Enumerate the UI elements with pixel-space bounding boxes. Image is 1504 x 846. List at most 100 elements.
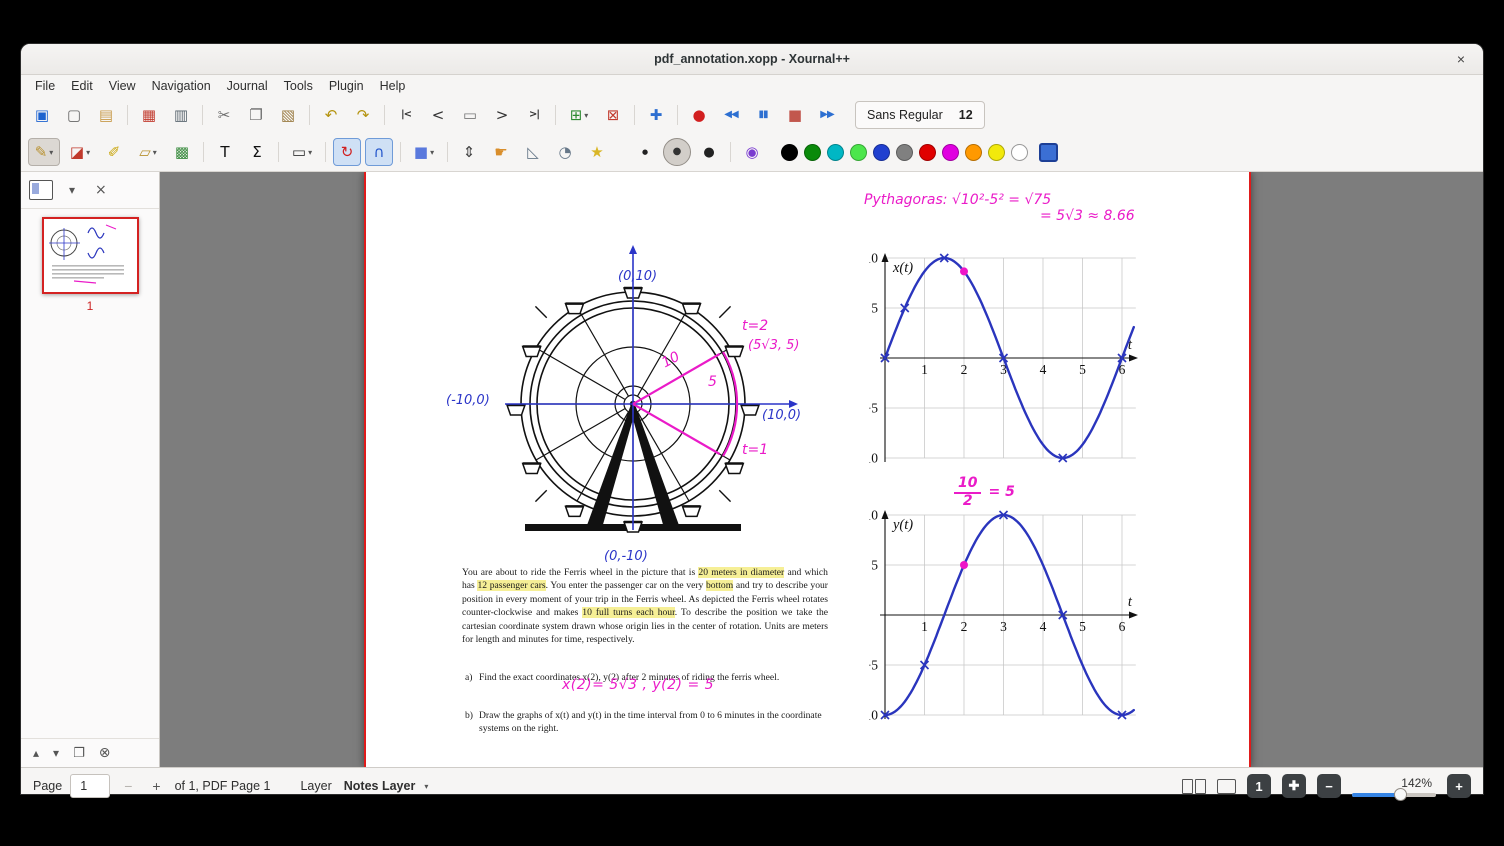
highlighter-tool-button[interactable]: ✐ xyxy=(100,138,128,166)
color-swatch-light-green[interactable] xyxy=(850,143,867,161)
eraser-tool-dropdown-icon[interactable]: ▾ xyxy=(86,148,90,157)
menu-journal[interactable]: Journal xyxy=(219,77,276,95)
page-increment-button[interactable]: + xyxy=(146,778,166,794)
zoom-in-button[interactable]: + xyxy=(1447,774,1471,798)
save-button[interactable]: ▣ xyxy=(28,101,56,129)
zoom-fit-button[interactable]: ✚ xyxy=(1282,774,1306,798)
color-chooser-button[interactable] xyxy=(1039,142,1058,162)
page-decrement-button[interactable]: − xyxy=(118,778,138,794)
tex-tool-button[interactable]: Σ xyxy=(243,138,271,166)
export-pdf-button[interactable]: ▦ xyxy=(135,101,163,129)
goto-page-button[interactable]: ▭ xyxy=(456,101,484,129)
delete-page-button[interactable]: ⊠ xyxy=(599,101,627,129)
document-canvas[interactable]: (0,10) (-10,0) (10,0) (0,-10) t=2 (5√3, … xyxy=(160,172,1483,767)
rotation-snapping-button[interactable]: ↻ xyxy=(333,138,361,166)
zoom-slider[interactable] xyxy=(1352,787,1436,801)
cut-button[interactable]: ✂ xyxy=(210,101,238,129)
menu-help[interactable]: Help xyxy=(372,77,414,95)
redo-button[interactable]: ↷ xyxy=(349,101,377,129)
color-swatch-green[interactable] xyxy=(804,143,821,161)
color-swatch-black[interactable] xyxy=(781,143,798,161)
page-down-button[interactable]: ▾ xyxy=(49,744,63,762)
forward-button[interactable]: ▶▶ xyxy=(813,101,841,129)
annotation-height-5: 5 xyxy=(708,374,717,390)
zoom-out-button[interactable]: − xyxy=(1317,774,1341,798)
compass-tool-button[interactable]: ◔ xyxy=(551,138,579,166)
page-thumbnail[interactable] xyxy=(41,217,139,294)
page-preview-icon[interactable] xyxy=(29,180,53,200)
copy-button[interactable]: ❐ xyxy=(242,101,270,129)
presentation-icon[interactable] xyxy=(1217,778,1236,794)
pen-tool-dropdown-icon[interactable]: ▾ xyxy=(49,148,53,157)
color-swatch-gray[interactable] xyxy=(896,143,913,161)
zoom-100-button[interactable]: 1 xyxy=(1247,774,1271,798)
axis-label-bottom: (0,-10) xyxy=(604,549,648,564)
color-swatch-red[interactable] xyxy=(919,143,936,161)
next-page-button[interactable]: > xyxy=(488,101,516,129)
menu-navigation[interactable]: Navigation xyxy=(144,77,219,95)
print-button[interactable]: ▥ xyxy=(167,101,195,129)
font-button[interactable]: Sans Regular 12 xyxy=(855,101,985,129)
shape-tool-button[interactable]: ▭ ▾ xyxy=(286,138,318,166)
window-close-button[interactable]: × xyxy=(1452,50,1470,68)
color-swatch-blue[interactable] xyxy=(873,143,890,161)
menu-file[interactable]: File xyxy=(27,77,63,95)
menu-view[interactable]: View xyxy=(101,77,144,95)
star-tool-button[interactable]: ★ xyxy=(583,138,611,166)
selection-color-button[interactable]: ■ ▾ xyxy=(408,138,440,166)
new-document-button[interactable]: ▢ xyxy=(60,101,88,129)
menu-plugin[interactable]: Plugin xyxy=(321,77,372,95)
stroke-style-button[interactable]: ▱ ▾ xyxy=(132,138,164,166)
dual-page-icon[interactable] xyxy=(1182,778,1206,794)
color-swatch-yellow[interactable] xyxy=(988,143,1005,161)
new-page-after-button[interactable]: ⊞ ▾ xyxy=(563,101,595,129)
image-tool-button[interactable]: ▩ xyxy=(168,138,196,166)
thickness-thick-button[interactable]: ● xyxy=(695,138,723,166)
fraction: 10 2 xyxy=(954,476,982,508)
menu-tools[interactable]: Tools xyxy=(276,77,321,95)
first-page-button[interactable]: |< xyxy=(392,101,420,129)
layer-label: Layer xyxy=(300,779,332,793)
setsquare-tool-button[interactable]: ◺ xyxy=(519,138,547,166)
ink-spiral-button[interactable]: ◉ xyxy=(738,138,766,166)
hand-tool-button[interactable]: ☛ xyxy=(487,138,515,166)
shape-tool-dropdown-icon[interactable]: ▾ xyxy=(308,148,312,157)
paste-icon: ▧ xyxy=(280,105,296,124)
pdf-page[interactable]: (0,10) (-10,0) (10,0) (0,-10) t=2 (5√3, … xyxy=(364,172,1251,767)
grid-snapping-button[interactable]: ∩ xyxy=(365,138,393,166)
color-swatch-white[interactable] xyxy=(1011,143,1028,161)
previous-page-button[interactable]: < xyxy=(424,101,452,129)
thickness-fine-button[interactable]: ● xyxy=(631,138,659,166)
new-page-after-dropdown-icon[interactable]: ▾ xyxy=(584,111,588,120)
toolbar-tools: ✎ ▾ ◪ ▾ ✐ ▱ ▾ ▩ T Σ ▭ ▾ ↻ ∩ ■ ▾ ⇕ ☛ ◺ ◔ ★ ● ● ● ◉ xyxy=(21,133,1483,172)
page-up-button[interactable]: ▴ xyxy=(29,744,43,762)
color-swatch-cyan[interactable] xyxy=(827,143,844,161)
zoom-slider-knob[interactable] xyxy=(1393,787,1407,801)
selection-color-dropdown-icon[interactable]: ▾ xyxy=(430,148,434,157)
vertical-space-tool-button[interactable]: ⇕ xyxy=(455,138,483,166)
record-audio-button[interactable]: ● xyxy=(685,101,713,129)
pen-tool-button[interactable]: ✎ ▾ xyxy=(28,138,60,166)
last-page-button[interactable]: >| xyxy=(520,101,548,129)
stop-playback-button[interactable]: ■ xyxy=(781,101,809,129)
delete-page-sidebar-button[interactable]: ⊗ xyxy=(95,743,115,763)
fullscreen-button[interactable]: ✚ xyxy=(642,101,670,129)
pause-button[interactable]: ▮▮ xyxy=(749,101,777,129)
color-swatch-orange[interactable] xyxy=(965,143,982,161)
sidebar-dropdown-button[interactable]: ▾ xyxy=(65,181,79,199)
page-number-input[interactable]: 1 xyxy=(70,774,111,798)
rewind-button[interactable]: ◀◀ xyxy=(717,101,745,129)
color-swatch-magenta[interactable] xyxy=(942,143,959,161)
eraser-tool-button[interactable]: ◪ ▾ xyxy=(64,138,96,166)
stroke-style-dropdown-icon[interactable]: ▾ xyxy=(153,148,157,157)
page-info: of 1, PDF Page 1 xyxy=(174,779,271,793)
undo-button[interactable]: ↶ xyxy=(317,101,345,129)
text-tool-button[interactable]: T xyxy=(211,138,239,166)
layer-dropdown[interactable]: Notes Layer ▾ xyxy=(344,779,429,793)
duplicate-page-button[interactable]: ❐ xyxy=(69,744,89,763)
sidebar-close-button[interactable]: × xyxy=(91,180,111,200)
menu-edit[interactable]: Edit xyxy=(63,77,101,95)
paste-button[interactable]: ▧ xyxy=(274,101,302,129)
thickness-medium-button[interactable]: ● xyxy=(663,138,691,166)
open-button[interactable]: ▤ xyxy=(92,101,120,129)
